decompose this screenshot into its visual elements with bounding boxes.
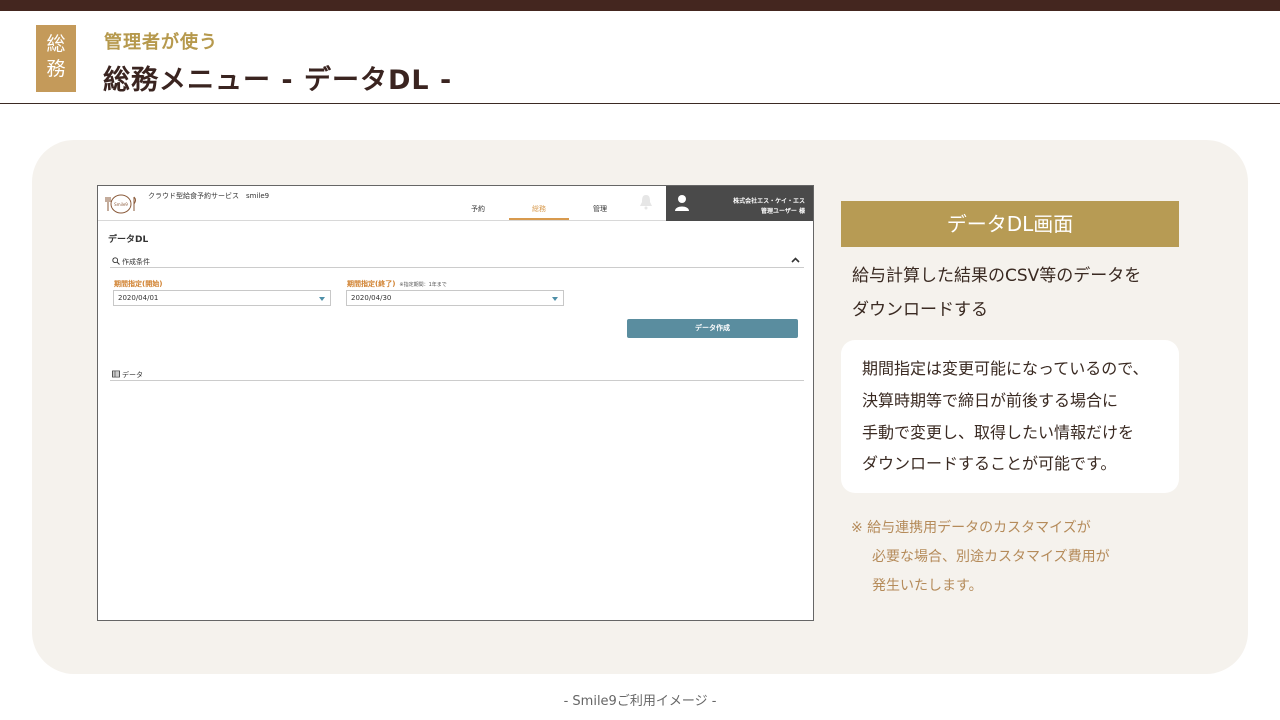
- conditions-section: 作成条件: [110, 256, 804, 268]
- smile9-logo-icon: Smile9: [105, 194, 136, 214]
- nav-yoyaku[interactable]: 予約: [448, 204, 508, 220]
- customize-note-line: ※ 給与連携用データのカスタマイズが: [851, 520, 1091, 536]
- customize-note-line: 必要な場合、別途カスタマイズ費用が: [872, 549, 1110, 565]
- footer-caption: - Smile9ご利用イメージ -: [563, 694, 717, 709]
- note-line: 決算時期等で締日が前後する場合に: [862, 391, 1119, 410]
- user-name: 管理ユーザー 様: [761, 208, 805, 215]
- end-date-select[interactable]: 2020/04/30: [346, 290, 564, 306]
- nav-kanri[interactable]: 管理: [570, 204, 630, 220]
- page-subtitle: 管理者が使う: [104, 32, 218, 53]
- note-line: 手動で変更し、取得したい情報だけを: [862, 423, 1135, 442]
- description-line: ダウンロードする: [852, 300, 988, 320]
- note-box: 期間指定は変更可能になっているので、 決算時期等で締日が前後する場合に 手動で変…: [841, 340, 1179, 493]
- note-line: 期間指定は変更可能になっているので、: [862, 359, 1149, 378]
- user-icon: [675, 195, 689, 211]
- conditions-label: 作成条件: [122, 258, 150, 266]
- end-date-note: ※指定期間：1年まで: [399, 282, 447, 288]
- header-divider: [0, 103, 1280, 104]
- category-badge: 総 務: [36, 25, 76, 92]
- start-date-value: 2020/04/01: [118, 294, 159, 302]
- logo-text: Smile9: [114, 202, 128, 207]
- description-line: 給与計算した結果のCSV等のデータを: [852, 266, 1142, 286]
- create-data-button[interactable]: データ作成: [627, 319, 798, 338]
- bell-icon[interactable]: [639, 194, 653, 210]
- feature-description: 給与計算した結果のCSV等のデータを ダウンロードする: [852, 259, 1182, 327]
- app-page-heading: データDL: [108, 235, 149, 245]
- data-section: データ: [110, 369, 804, 381]
- end-date-value: 2020/04/30: [351, 294, 392, 302]
- service-name: クラウド型給食予約サービス smile9: [148, 192, 270, 200]
- feature-heading: データDL画面: [841, 201, 1179, 247]
- search-icon: [112, 257, 120, 265]
- user-menu[interactable]: 株式会社エス・ケイ・エス 管理ユーザー 様: [666, 186, 813, 221]
- app-screenshot: Smile9 クラウド型給食予約サービス smile9 予約 総務 管理 株式会…: [97, 185, 814, 621]
- company-name: 株式会社エス・ケイ・エス: [733, 198, 805, 205]
- end-date-label-group: 期間指定(終了) ※指定期間：1年まで: [347, 279, 447, 289]
- end-date-label: 期間指定(終了): [347, 280, 396, 288]
- table-icon: [112, 370, 120, 378]
- customize-note-line: 発生いたします。: [872, 578, 983, 594]
- start-date-select[interactable]: 2020/04/01: [113, 290, 331, 306]
- top-bar: [0, 0, 1280, 11]
- chevron-up-icon[interactable]: [791, 256, 800, 264]
- nav-soumu[interactable]: 総務: [509, 204, 569, 220]
- page-title: 総務メニュー - データDL -: [103, 65, 453, 96]
- start-date-label: 期間指定(開始): [114, 280, 163, 288]
- data-label: データ: [122, 371, 143, 379]
- app-header: Smile9 クラウド型給食予約サービス smile9 予約 総務 管理 株式会…: [98, 186, 813, 221]
- dropdown-arrow-icon: [552, 297, 558, 301]
- dropdown-arrow-icon: [319, 297, 325, 301]
- note-line: ダウンロードすることが可能です。: [862, 454, 1117, 473]
